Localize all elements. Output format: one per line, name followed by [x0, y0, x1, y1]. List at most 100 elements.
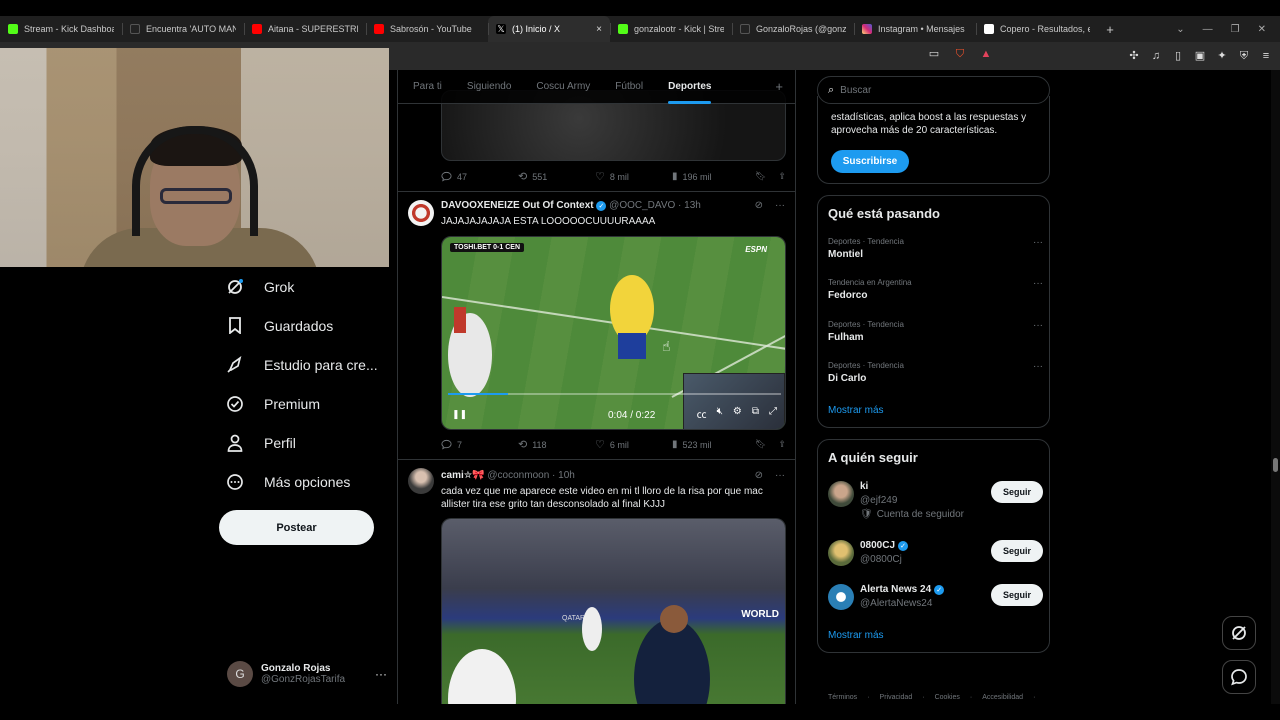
- reply-button[interactable]: 7: [441, 439, 518, 450]
- minimize-icon[interactable]: —: [1203, 24, 1213, 35]
- views-button[interactable]: ▮ 196 mil: [672, 171, 749, 182]
- more-icon[interactable]: ···: [775, 200, 785, 211]
- more-icon[interactable]: ···: [375, 667, 387, 681]
- extensions-icon[interactable]: ✣: [1128, 50, 1140, 62]
- mute-icon[interactable]: 🔇︎: [717, 406, 723, 421]
- bookmark-button[interactable]: 🔖︎: [755, 171, 766, 182]
- follow-suggestion[interactable]: ki @ejf249 🛡︎ Cuenta de seguidor Seguir: [828, 481, 1043, 525]
- vpn-icon[interactable]: ⛨: [1238, 50, 1250, 62]
- pause-icon[interactable]: ❚❚: [452, 409, 467, 420]
- avatar[interactable]: [408, 468, 434, 494]
- post-handle[interactable]: @coconmoon: [487, 470, 549, 481]
- account-switcher[interactable]: G Gonzalo Rojas @GonzRojasTarifa ···: [227, 658, 387, 690]
- browser-tab[interactable]: Stream - Kick Dashboard: [0, 16, 122, 42]
- restore-icon[interactable]: ❐: [1231, 24, 1240, 35]
- nav-grok[interactable]: Grok: [218, 267, 388, 306]
- subscribe-button[interactable]: Suscribirse: [831, 150, 909, 173]
- trend-item[interactable]: Deportes · Tendencia Di Carlo ···: [828, 361, 1043, 384]
- nav-premium[interactable]: Premium: [218, 384, 388, 423]
- browser-tab[interactable]: Aitana - SUPERESTRELLA: [244, 16, 366, 42]
- post-button[interactable]: Postear: [219, 510, 374, 545]
- post-author[interactable]: cami✮🎀: [441, 470, 485, 481]
- grok-fab[interactable]: [1222, 616, 1256, 650]
- post-time[interactable]: · 13h: [678, 200, 701, 211]
- video-progress-bar[interactable]: [448, 393, 781, 395]
- like-button[interactable]: ♡ 8 mil: [595, 170, 672, 183]
- tab-para-ti[interactable]: Para ti: [413, 70, 442, 104]
- browser-tab[interactable]: gonzalootr - Kick | Stream: [610, 16, 732, 42]
- close-tab-icon[interactable]: ×: [596, 24, 602, 35]
- avatar[interactable]: [828, 481, 854, 507]
- like-button[interactable]: ♡ 6 mil: [595, 438, 672, 451]
- more-icon[interactable]: ···: [775, 470, 785, 481]
- cast-icon[interactable]: ▭: [928, 48, 940, 60]
- trend-item[interactable]: Tendencia en Argentina Fedorco ···: [828, 278, 1043, 301]
- brave-rewards-icon[interactable]: ▲: [980, 48, 992, 60]
- browser-tab-active[interactable]: 𝕏 (1) Inicio / X ×: [488, 16, 610, 42]
- reply-button[interactable]: 47: [441, 171, 518, 182]
- tab-deportes[interactable]: Deportes: [668, 70, 712, 104]
- add-tab-icon[interactable]: +: [775, 79, 783, 94]
- follow-suggestion[interactable]: Alerta News 24 ✓ @AlertaNews24 Seguir: [828, 584, 1043, 618]
- trend-item[interactable]: Deportes · Tendencia Montiel ···: [828, 237, 1043, 260]
- grok-icon[interactable]: ⊘: [755, 200, 763, 211]
- post-video[interactable]: TOSHI.BET 0-1 CEN ESPN ❚❚ 0:04 / 0:22 ㏄ …: [441, 236, 786, 430]
- follow-suggestion[interactable]: 0800CJ ✓ @0800Cj Seguir: [828, 540, 1043, 574]
- views-button[interactable]: ▮ 523 mil: [672, 439, 749, 450]
- menu-icon[interactable]: ≡: [1260, 50, 1272, 62]
- nav-more-options[interactable]: Más opciones: [218, 462, 388, 501]
- browser-tab[interactable]: Encuentra 'AUTO MANEJ: [122, 16, 244, 42]
- fullscreen-icon[interactable]: ⤢: [769, 406, 777, 421]
- tab-list-icon[interactable]: ⌄: [1176, 24, 1184, 35]
- new-tab-button[interactable]: +: [1098, 22, 1122, 37]
- nav-creator-studio[interactable]: Estudio para cre...: [218, 345, 388, 384]
- repost-button[interactable]: ⟲ 551: [518, 170, 595, 183]
- premium-card: estadísticas, aplica boost a las respues…: [817, 96, 1050, 184]
- tab-futbol[interactable]: Fútbol: [615, 70, 643, 104]
- timeline-post[interactable]: cami✮🎀 @coconmoon · 10h ⊘ ··· cada vez q…: [398, 460, 795, 704]
- follow-button[interactable]: Seguir: [991, 481, 1043, 503]
- avatar[interactable]: [408, 200, 434, 226]
- scrollbar-thumb[interactable]: [1273, 458, 1278, 472]
- post-author[interactable]: DAVOOXENEIZE Out Of Context: [441, 200, 594, 211]
- show-more-follows[interactable]: Mostrar más: [828, 630, 884, 641]
- share-button[interactable]: ⇪: [778, 171, 786, 182]
- leo-ai-icon[interactable]: ✦: [1216, 50, 1228, 62]
- tab-coscu-army[interactable]: Coscu Army: [536, 70, 590, 104]
- timeline-post[interactable]: DAVOOXENEIZE Out Of Context ✓ @OOC_DAVO …: [398, 192, 795, 460]
- nav-bookmarks[interactable]: Guardados: [218, 306, 388, 345]
- settings-icon[interactable]: ⚙: [733, 406, 742, 421]
- nav-profile[interactable]: Perfil: [218, 423, 388, 462]
- pip-icon[interactable]: ⧉: [752, 406, 759, 421]
- close-window-icon[interactable]: ✕: [1258, 24, 1266, 35]
- more-icon[interactable]: ···: [1033, 278, 1043, 289]
- avatar[interactable]: [828, 540, 854, 566]
- follow-button[interactable]: Seguir: [991, 540, 1043, 562]
- post-time[interactable]: · 10h: [552, 470, 575, 481]
- trend-item[interactable]: Deportes · Tendencia Fulham ···: [828, 320, 1043, 343]
- messages-fab[interactable]: [1222, 660, 1256, 694]
- browser-tab[interactable]: Copero - Resultados, esta: [976, 16, 1098, 42]
- show-more-trends[interactable]: Mostrar más: [828, 405, 884, 416]
- captions-icon[interactable]: ㏄: [697, 406, 707, 421]
- more-icon[interactable]: ···: [1033, 237, 1043, 248]
- post-handle[interactable]: @OOC_DAVO: [609, 200, 675, 211]
- repost-button[interactable]: ⟲ 118: [518, 438, 595, 451]
- bookmark-button[interactable]: 🔖︎: [755, 439, 766, 450]
- more-icon[interactable]: ···: [1033, 361, 1043, 372]
- page-scrollbar[interactable]: [1271, 70, 1280, 704]
- sidebar-icon[interactable]: ▯: [1172, 50, 1184, 62]
- follow-button[interactable]: Seguir: [991, 584, 1043, 606]
- tab-siguiendo[interactable]: Siguiendo: [467, 70, 511, 104]
- post-video[interactable]: WORLD QATAR AIR: [441, 518, 786, 704]
- media-icon[interactable]: ♫: [1150, 50, 1162, 62]
- more-icon[interactable]: ···: [1033, 320, 1043, 331]
- browser-tab[interactable]: GonzaloRojas (@gonzalot: [732, 16, 854, 42]
- share-button[interactable]: ⇪: [778, 439, 786, 450]
- browser-tab[interactable]: Sabrosón - YouTube: [366, 16, 488, 42]
- avatar[interactable]: [828, 584, 854, 610]
- wallet-icon[interactable]: ▣: [1194, 50, 1206, 62]
- grok-icon[interactable]: ⊘: [755, 470, 763, 481]
- brave-shield-icon[interactable]: ⛉: [954, 48, 966, 60]
- browser-tab[interactable]: Instagram • Mensajes: [854, 16, 976, 42]
